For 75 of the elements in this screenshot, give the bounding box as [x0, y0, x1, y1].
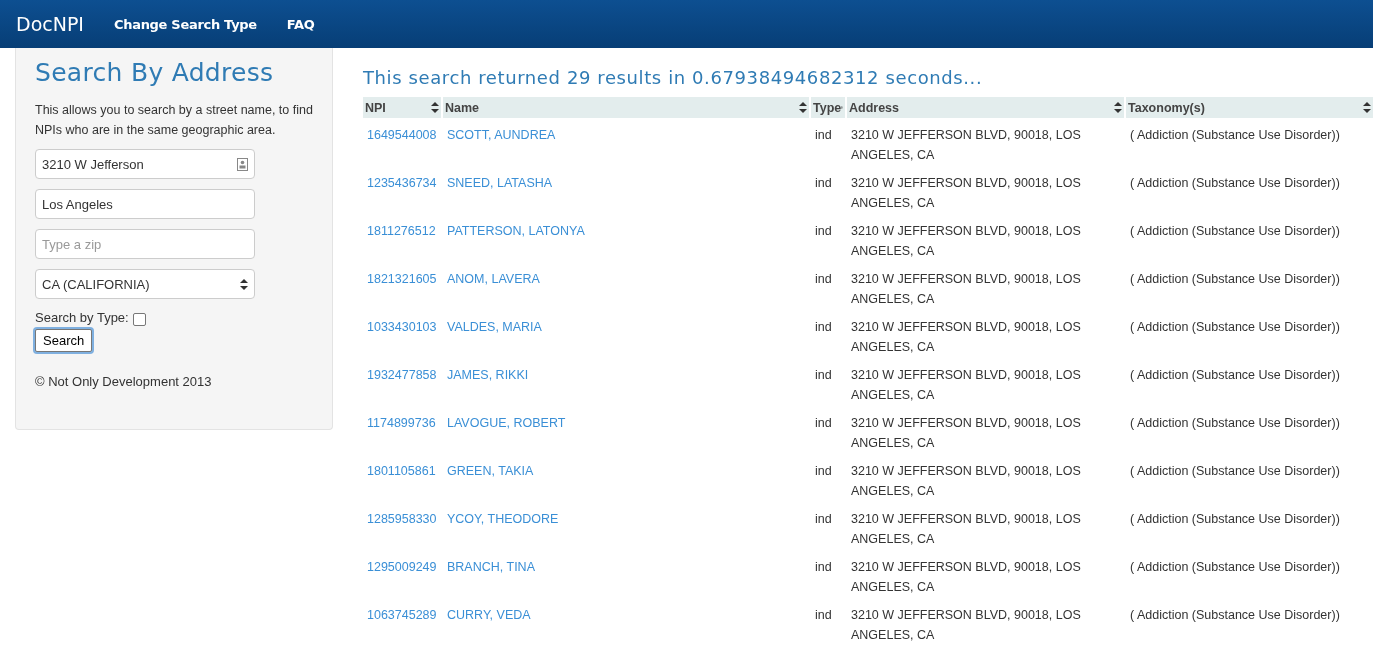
- taxonomy-cell-text: ( Addiction (Substance Use Disorder)): [1129, 415, 1341, 432]
- type-cell-text: ind: [814, 127, 833, 144]
- contact-card-icon: [237, 157, 248, 171]
- column-header[interactable]: Name: [443, 97, 809, 118]
- taxonomy-cell-text: ( Addiction (Substance Use Disorder)): [1129, 607, 1341, 624]
- taxonomy-cell-text: ( Addiction (Substance Use Disorder)): [1129, 127, 1341, 144]
- taxonomy-cell-text: ( Addiction (Substance Use Disorder)): [1129, 175, 1341, 192]
- type-cell-text: ind: [814, 511, 833, 528]
- name-link[interactable]: VALDES, MARIA: [443, 310, 809, 358]
- npi-link[interactable]: 1285958330: [363, 502, 441, 550]
- npi-link[interactable]: 1801105861: [363, 454, 441, 502]
- address-cell-text: 3210 W JEFFERSON BLVD, 90018, LOS ANGELES, CA: [850, 271, 1082, 308]
- type-checkbox[interactable]: [132, 313, 146, 326]
- npi-link[interactable]: 1295009249: [363, 550, 441, 598]
- npi-link[interactable]: 1821321605: [363, 262, 441, 310]
- type-cell-text: ind: [814, 463, 833, 480]
- npi-link[interactable]: 1063745289: [363, 598, 441, 646]
- name-link[interactable]: JAMES, RIKKI: [443, 358, 809, 406]
- taxonomy-cell-text: ( Addiction (Substance Use Disorder)): [1129, 367, 1341, 384]
- address-cell-text: 3210 W JEFFERSON BLVD, 90018, LOS ANGELES, CA: [850, 511, 1082, 548]
- type-cell-text: ind: [814, 559, 833, 576]
- column-header[interactable]: Address: [847, 97, 1124, 118]
- npi-link[interactable]: 1811276512: [363, 214, 441, 262]
- name-link[interactable]: ANOM, LAVERA: [443, 262, 809, 310]
- name-link[interactable]: YCOY, THEODORE: [443, 502, 809, 550]
- address-cell-text: 3210 W JEFFERSON BLVD, 90018, LOS ANGELES, CA: [850, 463, 1082, 500]
- type-cell-text: ind: [814, 271, 833, 288]
- sidebar-title: Search By Address: [35, 58, 274, 87]
- column-header[interactable]: Type: [811, 97, 845, 118]
- taxonomy-cell-text: ( Addiction (Substance Use Disorder)): [1129, 223, 1341, 240]
- type-cell-text: ind: [814, 367, 833, 384]
- npi-link[interactable]: 1235436734: [363, 166, 441, 214]
- type-cell-text: ind: [814, 223, 833, 240]
- type-cell-text: ind: [814, 607, 833, 624]
- taxonomy-cell-text: ( Addiction (Substance Use Disorder)): [1129, 511, 1341, 528]
- address-cell-text: 3210 W JEFFERSON BLVD, 90018, LOS ANGELES, CA: [850, 223, 1082, 260]
- description-text: This allows you to search by a street name, to find NPIs who are in the same geographic area.: [35, 102, 313, 139]
- address-cell-text: 3210 W JEFFERSON BLVD, 90018, LOS ANGELES, CA: [850, 607, 1082, 644]
- npi-link[interactable]: 1033430103: [363, 310, 441, 358]
- brand-logo[interactable]: DocNPI: [16, 13, 84, 35]
- name-link[interactable]: SNEED, LATASHA: [443, 166, 809, 214]
- name-link[interactable]: LAVOGUE, ROBERT: [443, 406, 809, 454]
- city-field[interactable]: Los Angeles: [35, 189, 255, 219]
- taxonomy-cell-text: ( Addiction (Substance Use Disorder)): [1129, 463, 1341, 480]
- state-select[interactable]: CA (CALIFORNIA): [35, 269, 255, 299]
- type-cell-text: ind: [814, 319, 833, 336]
- column-header[interactable]: Taxonomy(s): [1126, 97, 1373, 118]
- type-cell-text: ind: [814, 415, 833, 432]
- name-link[interactable]: BRANCH, TINA: [443, 550, 809, 598]
- address-cell-text: 3210 W JEFFERSON BLVD, 90018, LOS ANGELES, CA: [850, 367, 1082, 404]
- type-cell-text: ind: [814, 175, 833, 192]
- name-link[interactable]: SCOTT, AUNDREA: [443, 118, 809, 166]
- name-link[interactable]: CURRY, VEDA: [443, 598, 809, 646]
- checkbox-label: Search by Type:: [35, 310, 129, 325]
- search-button[interactable]: Search: [35, 329, 93, 352]
- nav-link[interactable]: FAQ: [286, 16, 315, 32]
- name-link[interactable]: PATTERSON, LATONYA: [443, 214, 809, 262]
- street-field[interactable]: 3210 W Jefferson: [35, 149, 255, 179]
- zip-field[interactable]: Type a zip: [35, 229, 255, 259]
- npi-link[interactable]: 1174899736: [363, 406, 441, 454]
- name-link[interactable]: GREEN, TAKIA: [443, 454, 809, 502]
- taxonomy-cell-text: ( Addiction (Substance Use Disorder)): [1129, 559, 1341, 576]
- nav-link[interactable]: Change Search Type: [114, 16, 257, 32]
- column-header[interactable]: NPI: [363, 97, 441, 118]
- npi-link[interactable]: 1649544008: [363, 118, 441, 166]
- taxonomy-cell-text: ( Addiction (Substance Use Disorder)): [1129, 271, 1341, 288]
- taxonomy-cell-text: ( Addiction (Substance Use Disorder)): [1129, 319, 1341, 336]
- results-summary: This search returned 29 results in 0.67938494682312 seconds...: [363, 67, 984, 88]
- npi-link[interactable]: 1932477858: [363, 358, 441, 406]
- address-cell-text: 3210 W JEFFERSON BLVD, 90018, LOS ANGELES, CA: [850, 127, 1082, 164]
- address-cell-text: 3210 W JEFFERSON BLVD, 90018, LOS ANGELES, CA: [850, 319, 1082, 356]
- address-cell-text: 3210 W JEFFERSON BLVD, 90018, LOS ANGELES, CA: [850, 415, 1082, 452]
- address-cell-text: 3210 W JEFFERSON BLVD, 90018, LOS ANGELES, CA: [850, 175, 1082, 212]
- copyright-text: © Not Only Development 2013: [35, 374, 212, 389]
- address-cell-text: 3210 W JEFFERSON BLVD, 90018, LOS ANGELES, CA: [850, 559, 1082, 596]
